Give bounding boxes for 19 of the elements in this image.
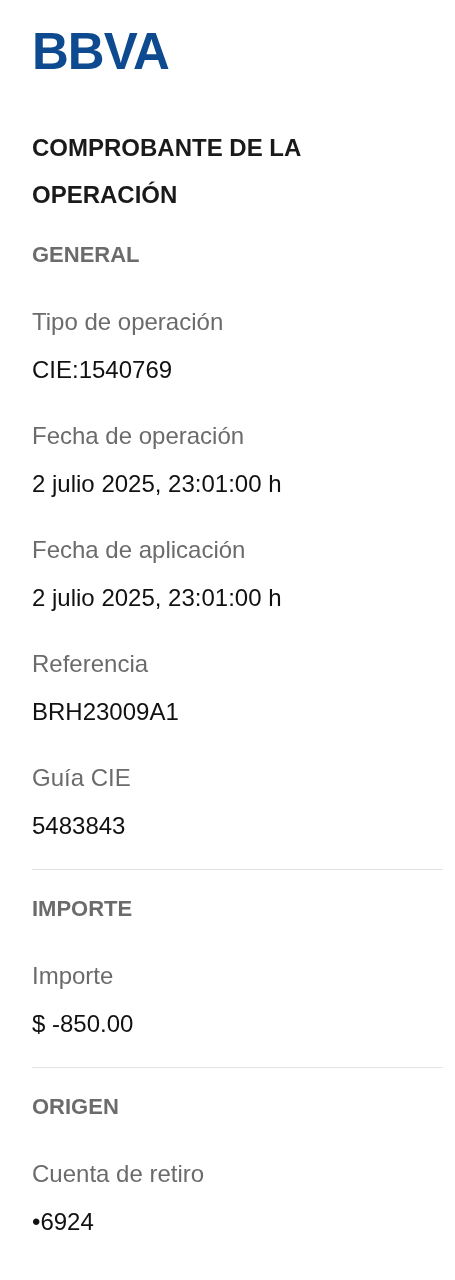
receipt-title: COMPROBANTE DE LA OPERACIÓN [32, 133, 302, 210]
logo: BBVA [32, 29, 169, 75]
field-value: CIE:1540769 [32, 355, 174, 385]
section-heading: GENERAL [32, 241, 141, 269]
field-value: BRH23009A1 [32, 697, 180, 727]
field-value: $ -850.00 [32, 1009, 135, 1039]
field-value: •6924 [32, 1207, 95, 1237]
field-value: 2 julio 2025, 23:01:00 h [32, 469, 283, 499]
field-label: Referencia [32, 649, 150, 679]
field-label: Fecha de operación [32, 421, 246, 451]
field-value: 5483843 [32, 811, 127, 841]
field-label: Tipo de operación [32, 307, 225, 337]
section-heading: ORIGEN [32, 1093, 120, 1121]
field-label: Importe [32, 961, 115, 991]
field-label: Guía CIE [32, 763, 132, 793]
section-heading: IMPORTE [32, 895, 134, 923]
field-label: Cuenta de retiro [32, 1159, 206, 1189]
field-value: 2 julio 2025, 23:01:00 h [32, 583, 283, 613]
field-label: Fecha de aplicación [32, 535, 247, 565]
